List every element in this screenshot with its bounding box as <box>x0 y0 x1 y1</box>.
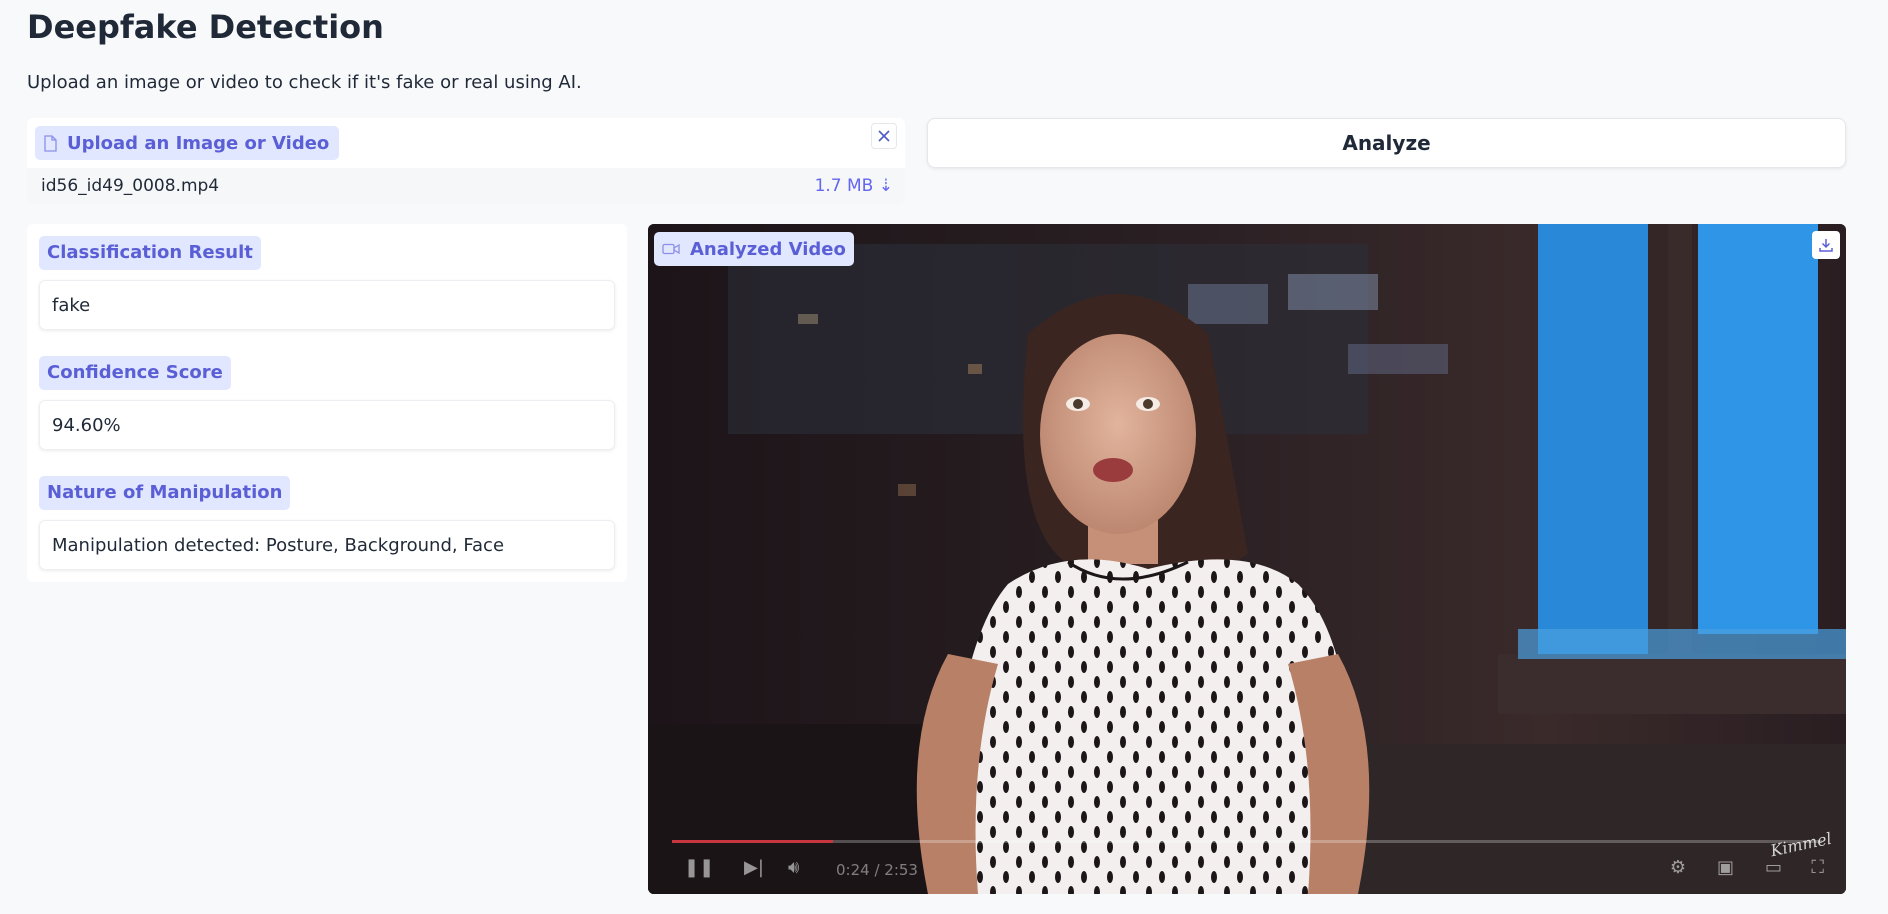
video-frame[interactable] <box>648 224 1846 894</box>
manipulation-value[interactable]: Manipulation detected: Posture, Backgrou… <box>39 520 615 570</box>
classification-label: Classification Result <box>39 236 261 270</box>
file-row: id56_id49_0008.mp4 1.7 MB ⇣ <box>27 168 905 204</box>
volume-icon[interactable]: 🔊︎ <box>788 856 799 880</box>
close-button[interactable] <box>871 123 897 149</box>
close-icon <box>878 130 890 142</box>
pause-icon[interactable]: ❚❚ <box>684 856 714 880</box>
results-panel: Classification Result fake Confidence Sc… <box>27 224 627 582</box>
upload-block: Upload an Image or Video id56_id49_0008.… <box>27 118 905 204</box>
classification-value[interactable]: fake <box>39 280 615 330</box>
video-panel: Analyzed Video Kimmel ❚❚ ▶| 🔊︎ 0:24 / 2:… <box>648 224 1846 894</box>
time-display: 0:24 / 2:53 <box>836 861 918 879</box>
file-size-download-link[interactable]: 1.7 MB ⇣ <box>815 176 893 196</box>
page-title: Deepfake Detection <box>27 8 384 46</box>
file-name: id56_id49_0008.mp4 <box>41 176 220 196</box>
video-camera-icon <box>662 243 680 255</box>
video-label: Analyzed Video <box>654 232 854 266</box>
miniplayer-icon[interactable]: ▣ <box>1717 856 1734 880</box>
progress-bar[interactable] <box>672 840 1822 843</box>
analyze-button[interactable]: Analyze <box>927 118 1846 168</box>
manipulation-label: Nature of Manipulation <box>39 476 291 510</box>
confidence-label: Confidence Score <box>39 356 231 390</box>
upload-label[interactable]: Upload an Image or Video <box>35 126 340 160</box>
progress-fill <box>672 840 833 843</box>
theater-icon[interactable]: ▭ <box>1765 856 1782 880</box>
page-subtitle: Upload an image or video to check if it'… <box>27 72 582 93</box>
video-label-text: Analyzed Video <box>690 238 846 260</box>
upload-label-text: Upload an Image or Video <box>67 132 330 154</box>
file-icon <box>44 134 57 152</box>
confidence-value[interactable]: 94.60% <box>39 400 615 450</box>
video-controls: ❚❚ ▶| 🔊︎ 0:24 / 2:53 ⚙ ▣ ▭ ⛶ <box>648 834 1846 894</box>
settings-icon[interactable]: ⚙ <box>1670 856 1686 880</box>
confidence-group: Confidence Score 94.60% <box>39 356 615 450</box>
download-button[interactable] <box>1812 231 1840 259</box>
fullscreen-icon[interactable]: ⛶ <box>1811 856 1824 880</box>
download-icon <box>1819 239 1833 252</box>
next-icon[interactable]: ▶| <box>744 856 764 880</box>
classification-group: Classification Result fake <box>39 236 615 330</box>
manipulation-group: Nature of Manipulation Manipulation dete… <box>39 476 615 570</box>
